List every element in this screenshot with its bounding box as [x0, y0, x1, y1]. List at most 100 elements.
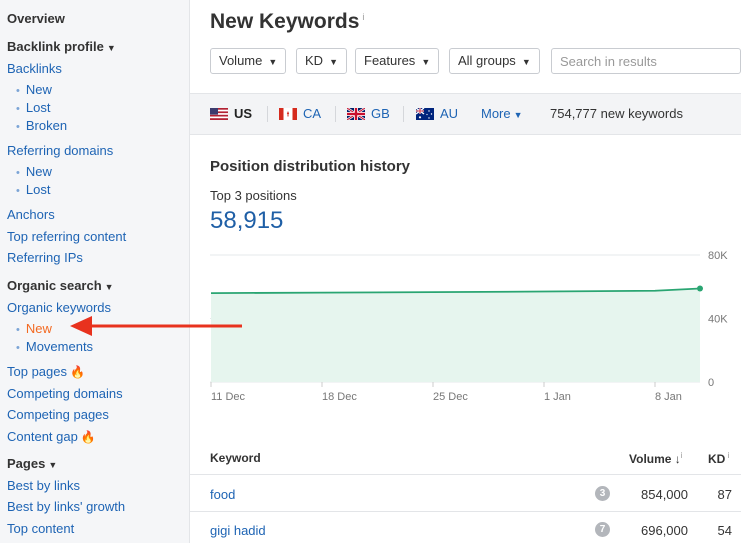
kd-value: 54	[717, 523, 732, 538]
sidebar: Overview Backlink profile ▼ Backlinks • Ne…	[0, 0, 190, 543]
top3-label: Top 3 positions	[210, 188, 297, 203]
country-au[interactable]: AU	[416, 106, 458, 121]
x-tick-label: 25 Dec	[433, 391, 468, 403]
volume-dropdown[interactable]: Volume ▼	[210, 48, 287, 74]
sidebar-organic-search-label: Organic search	[7, 278, 102, 293]
page-title-text: New Keywords	[210, 10, 360, 33]
chevron-down-icon: ▼	[521, 57, 531, 67]
chevron-down-icon: ▼	[513, 110, 523, 120]
column-header-kd[interactable]: KD i	[708, 451, 729, 466]
sidebar-item-best-by-links-growth[interactable]: Best by links' growth	[7, 499, 125, 514]
gb-flag-icon	[347, 107, 365, 120]
chart-endpoint-marker	[697, 285, 703, 292]
chevron-down-icon: ▼	[329, 57, 338, 67]
sidebar-item-ok-movements[interactable]: • Movements	[16, 339, 93, 354]
sidebar-item-label: Lost	[25, 182, 51, 197]
main-content: New Keywords i Volume ▼ KD ▼ Features ▼ All …	[190, 0, 741, 543]
sidebar-item-label: Lost	[25, 100, 51, 115]
divider	[335, 106, 336, 122]
sidebar-item-competing-pages[interactable]: Competing pages	[7, 407, 109, 422]
country-label: US	[234, 106, 253, 121]
caret-down-icon: ▼	[106, 43, 116, 53]
column-header-volume[interactable]: Volume ↓i	[629, 451, 683, 466]
features-dropdown[interactable]: Features ▼	[355, 48, 440, 74]
sidebar-pages-label: Pages	[7, 456, 46, 471]
sidebar-item-top-referring-content[interactable]: Top referring content	[7, 229, 126, 244]
sidebar-item-competing-domains[interactable]: Competing domains	[7, 386, 123, 401]
sidebar-item-ok-new[interactable]: • New	[16, 321, 52, 336]
position-badge: 7	[595, 522, 610, 537]
sidebar-backlink-profile[interactable]: Backlink profile ▼	[7, 39, 116, 54]
column-header-label: Volume	[629, 452, 672, 466]
info-icon: i	[725, 451, 730, 460]
sidebar-item-backlinks-new[interactable]: • New	[16, 82, 52, 97]
chevron-down-icon: ▼	[268, 57, 278, 67]
kd-dropdown-label: KD	[305, 53, 324, 68]
keyword-link[interactable]: food	[210, 487, 235, 502]
caret-down-icon: ▼	[48, 460, 58, 470]
bullet-icon: •	[16, 324, 20, 336]
caret-down-icon: ▼	[104, 282, 114, 292]
table-row: food 3 854,000 87	[190, 476, 741, 512]
sidebar-item-rd-new[interactable]: • New	[16, 164, 52, 179]
bullet-icon: •	[16, 342, 20, 354]
info-icon: i	[680, 451, 683, 460]
y-tick-label: 40K	[708, 314, 728, 326]
kd-dropdown[interactable]: KD ▼	[296, 48, 347, 74]
sidebar-item-rd-lost[interactable]: • Lost	[16, 182, 50, 197]
new-keywords-count: 754,777 new keywords	[550, 106, 683, 121]
position-history-chart: 80K 40K 0 11 Dec 18 Dec 25 Dec 1 Jan 8 Jan	[210, 250, 728, 403]
sidebar-item-label: Broken	[25, 118, 68, 133]
features-dropdown-label: Features	[364, 53, 416, 68]
y-tick-label: 0	[708, 377, 714, 389]
sidebar-item-referring-ips[interactable]: Referring IPs	[7, 250, 83, 265]
ca-flag-icon	[279, 107, 297, 120]
sidebar-item-top-content[interactable]: Top content	[7, 521, 74, 536]
x-tick-label: 8 Jan	[655, 391, 682, 403]
chevron-down-icon: ▼	[421, 57, 431, 67]
country-label: CA	[303, 106, 322, 121]
sidebar-item-anchors[interactable]: Anchors	[7, 207, 55, 222]
table-header: Keyword Volume ↓i KD i	[190, 443, 741, 475]
all-groups-dropdown-label: All groups	[458, 53, 516, 68]
country-bar: US CA GB AU More ▼ 754,777 new keywords	[190, 93, 741, 135]
more-label: More	[481, 106, 511, 121]
sidebar-item-label: Content gap	[7, 429, 78, 444]
sidebar-organic-search[interactable]: Organic search ▼	[7, 278, 114, 293]
all-groups-dropdown[interactable]: All groups ▼	[449, 48, 540, 74]
country-ca[interactable]: CA	[279, 106, 321, 121]
more-countries-button[interactable]: More ▼	[481, 106, 523, 121]
sidebar-item-backlinks-broken[interactable]: • Broken	[16, 118, 67, 133]
info-icon[interactable]: i	[362, 12, 364, 22]
search-input[interactable]	[551, 48, 741, 74]
sidebar-item-label: Top pages	[7, 364, 67, 379]
country-label: AU	[440, 106, 459, 121]
keyword-link[interactable]: gigi hadid	[210, 523, 266, 538]
column-header-label: KD	[708, 452, 726, 466]
sidebar-overview[interactable]: Overview	[7, 11, 65, 26]
top3-value: 58,915	[210, 207, 284, 234]
sidebar-pages[interactable]: Pages ▼	[7, 456, 57, 471]
au-flag-icon	[416, 107, 434, 120]
section-title: Position distribution history	[210, 158, 410, 175]
page-title: New Keywords i	[210, 10, 364, 34]
kd-value: 87	[717, 487, 732, 502]
sidebar-item-organic-keywords[interactable]: Organic keywords	[7, 300, 111, 315]
sidebar-backlink-profile-label: Backlink profile	[7, 39, 104, 54]
sidebar-item-content-gap[interactable]: Content gap 🔥	[7, 429, 96, 444]
sidebar-item-best-by-links[interactable]: Best by links	[7, 478, 80, 493]
sidebar-item-top-pages[interactable]: Top pages 🔥	[7, 364, 85, 379]
sidebar-item-referring-domains[interactable]: Referring domains	[7, 143, 113, 158]
bullet-icon: •	[16, 103, 20, 115]
country-us[interactable]: US	[210, 106, 252, 121]
sidebar-item-backlinks[interactable]: Backlinks	[7, 61, 62, 76]
y-tick-label: 80K	[708, 250, 728, 262]
chart-area-fill	[211, 288, 700, 382]
sidebar-item-backlinks-lost[interactable]: • Lost	[16, 100, 50, 115]
country-label: GB	[371, 106, 390, 121]
volume-value: 696,000	[641, 523, 688, 538]
column-header-keyword[interactable]: Keyword	[210, 451, 261, 465]
x-tick-label: 1 Jan	[544, 391, 571, 403]
bullet-icon: •	[16, 121, 20, 133]
country-gb[interactable]: GB	[347, 106, 390, 121]
